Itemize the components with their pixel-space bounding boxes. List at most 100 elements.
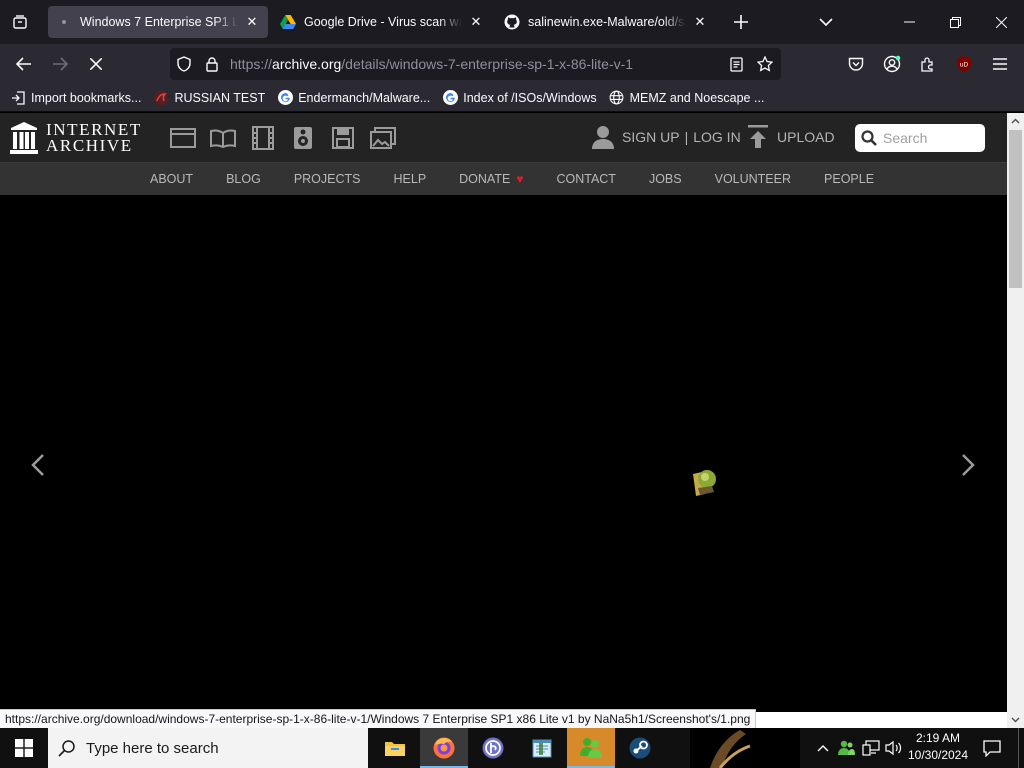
tab-title: Windows 7 Enterprise SP1 Lite v1 bbox=[80, 15, 238, 29]
puzzle-icon bbox=[921, 57, 933, 72]
nav-people[interactable]: PEOPLE bbox=[824, 172, 874, 186]
tab-github[interactable]: salinewin.exe-Malware/old/salinewin ✕ bbox=[496, 6, 716, 38]
firefox-view-button[interactable] bbox=[0, 0, 40, 44]
nav-blog[interactable]: BLOG bbox=[226, 172, 261, 186]
ia-search-box[interactable] bbox=[855, 124, 985, 152]
bookmark-russian-test[interactable]: RUSSIAN TEST bbox=[153, 90, 265, 106]
minimize-button[interactable] bbox=[886, 0, 932, 44]
tracking-protection-icon[interactable] bbox=[170, 48, 198, 80]
images-icon[interactable] bbox=[363, 124, 403, 152]
notepad-button[interactable] bbox=[518, 728, 566, 768]
ia-account-links: SIGN UP | LOG IN bbox=[592, 125, 741, 149]
url-bar[interactable]: https://archive.org/details/windows-7-en… bbox=[170, 48, 781, 80]
upload-link[interactable]: UPLOAD bbox=[748, 125, 835, 149]
firefox-taskbar-button[interactable] bbox=[420, 728, 468, 768]
app-menu-button[interactable] bbox=[984, 48, 1016, 80]
reader-view-icon[interactable] bbox=[722, 48, 750, 80]
file-explorer-icon bbox=[385, 742, 405, 756]
scroll-up-arrow[interactable] bbox=[1007, 113, 1024, 129]
restore-button[interactable] bbox=[932, 0, 978, 44]
firefox-icon bbox=[433, 737, 455, 759]
texts-icon[interactable] bbox=[203, 124, 243, 152]
desktop-wallpaper-peek bbox=[690, 728, 800, 768]
close-icon[interactable]: ✕ bbox=[692, 14, 708, 30]
bookmark-import[interactable]: Import bookmarks... bbox=[10, 90, 141, 106]
list-all-tabs-button[interactable] bbox=[812, 9, 840, 35]
ia-logo[interactable]: INTERNET ARCHIVE bbox=[10, 121, 142, 154]
tab-google-drive[interactable]: Google Drive - Virus scan warning ✕ bbox=[272, 6, 492, 38]
messenger-icon bbox=[580, 738, 602, 758]
start-button[interactable] bbox=[0, 728, 48, 768]
messenger-button[interactable] bbox=[567, 728, 615, 768]
nav-jobs[interactable]: JOBS bbox=[649, 172, 682, 186]
stop-button[interactable] bbox=[80, 48, 112, 80]
arrow-left-icon bbox=[16, 57, 31, 71]
bookmark-star-icon[interactable] bbox=[751, 48, 779, 80]
taskbar-clock[interactable]: 2:19 AM 10/30/2024 bbox=[904, 730, 972, 764]
user-icon bbox=[592, 126, 614, 149]
close-icon[interactable]: ✕ bbox=[244, 14, 260, 30]
chevron-down-icon bbox=[1011, 717, 1020, 723]
nav-donate[interactable]: DONATE ♥ bbox=[459, 172, 523, 186]
arrow-right-icon bbox=[53, 57, 68, 71]
nav-about[interactable]: ABOUT bbox=[150, 172, 193, 186]
url-text: https://archive.org/details/windows-7-en… bbox=[230, 56, 634, 72]
import-icon bbox=[10, 90, 26, 106]
users-icon bbox=[838, 740, 855, 755]
tab-windows7[interactable]: Windows 7 Enterprise SP1 Lite v1 ✕ bbox=[48, 6, 268, 38]
image-carousel bbox=[0, 195, 1007, 713]
audio-icon[interactable] bbox=[283, 124, 323, 152]
nav-volunteer[interactable]: VOLUNTEER bbox=[715, 172, 791, 186]
carousel-prev-button[interactable] bbox=[23, 445, 53, 485]
windows-logo-icon bbox=[15, 739, 33, 757]
close-icon[interactable]: ✕ bbox=[468, 14, 484, 30]
ia-header: INTERNET ARCHIVE SIGN UP | LOG IN UPLOAD bbox=[0, 113, 1007, 162]
back-button[interactable] bbox=[8, 48, 40, 80]
scrollbar-thumb[interactable] bbox=[1009, 130, 1022, 288]
google-drive-icon bbox=[280, 14, 296, 30]
nav-contact[interactable]: CONTACT bbox=[556, 172, 616, 186]
volume-tray-icon[interactable] bbox=[884, 728, 904, 768]
windows-taskbar: Type here to search 2:19 AM 10/30/2024 bbox=[0, 728, 1024, 768]
nav-help[interactable]: HELP bbox=[394, 172, 427, 186]
action-center-button[interactable] bbox=[980, 728, 1004, 768]
bookmark-index-isos[interactable]: Index of /ISOs/Windows bbox=[442, 90, 597, 106]
software-icon[interactable] bbox=[323, 124, 363, 152]
page-scrollbar[interactable] bbox=[1007, 113, 1024, 728]
video-icon[interactable] bbox=[243, 124, 283, 152]
sign-up-link[interactable]: SIGN UP bbox=[622, 129, 680, 145]
close-window-button[interactable] bbox=[978, 0, 1024, 44]
archive-building-icon bbox=[10, 122, 38, 154]
bookmark-memz-noescape[interactable]: MEMZ and Noescape ... bbox=[609, 90, 764, 106]
taskbar-search-box[interactable]: Type here to search bbox=[48, 728, 368, 768]
bittorrent-icon bbox=[482, 737, 504, 759]
nav-projects[interactable]: PROJECTS bbox=[294, 172, 361, 186]
people-tray-icon[interactable] bbox=[836, 728, 856, 768]
bookmark-endermanch-malware[interactable]: Endermanch/Malware... bbox=[277, 90, 430, 106]
ublock-origin-button[interactable]: uD bbox=[948, 48, 980, 80]
steam-button[interactable] bbox=[616, 728, 664, 768]
loading-dot-icon bbox=[56, 14, 72, 30]
network-tray-icon[interactable] bbox=[860, 728, 882, 768]
chevron-right-icon bbox=[962, 454, 975, 476]
tab-title: salinewin.exe-Malware/old/salinewin bbox=[528, 15, 686, 29]
pocket-button[interactable] bbox=[840, 48, 872, 80]
minimize-icon bbox=[903, 21, 915, 23]
lock-icon[interactable] bbox=[198, 48, 226, 80]
forward-button[interactable] bbox=[44, 48, 76, 80]
log-in-link[interactable]: LOG IN bbox=[693, 129, 740, 145]
web-icon[interactable] bbox=[163, 124, 203, 152]
extensions-button[interactable] bbox=[912, 48, 944, 80]
file-explorer-button[interactable] bbox=[371, 728, 419, 768]
show-hidden-icons-button[interactable] bbox=[814, 728, 832, 768]
scroll-down-arrow[interactable] bbox=[1007, 712, 1024, 728]
search-input[interactable] bbox=[883, 130, 978, 146]
account-button[interactable] bbox=[876, 48, 908, 80]
tab-title: Google Drive - Virus scan warning bbox=[304, 15, 462, 29]
ia-nav-bar: ABOUT BLOG PROJECTS HELP DONATE ♥ CONTACT… bbox=[0, 162, 1007, 195]
show-desktop-button[interactable] bbox=[1018, 728, 1024, 768]
bittorrent-button[interactable] bbox=[469, 728, 517, 768]
clock-date: 10/30/2024 bbox=[907, 748, 969, 762]
new-tab-button[interactable] bbox=[726, 7, 756, 37]
carousel-next-button[interactable] bbox=[953, 445, 983, 485]
